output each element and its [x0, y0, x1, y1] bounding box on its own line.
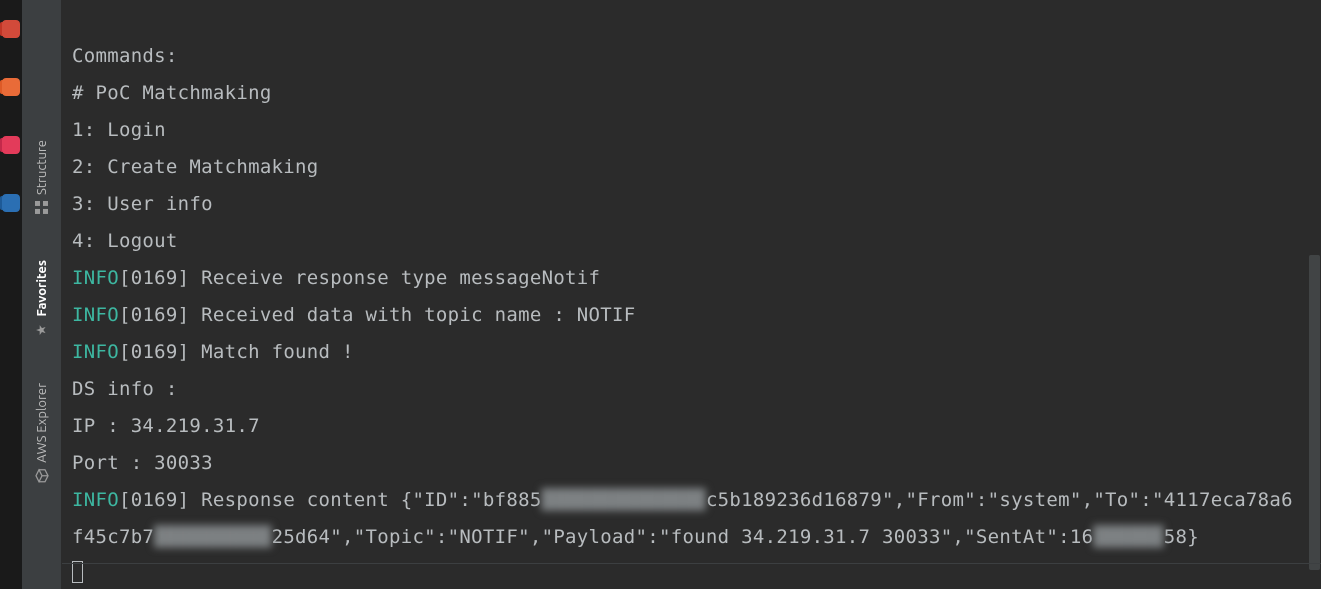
redacted-text: ██████ — [1093, 526, 1163, 548]
console-line: Commands: — [72, 38, 1321, 75]
log-text: Receive response type messageNotif — [189, 267, 600, 289]
structure-icon — [35, 201, 48, 214]
log-text: 25d64","Topic":"NOTIF","Payload":"found … — [272, 526, 1094, 548]
log-text: 58} — [1164, 526, 1199, 548]
log-timestamp: [0169] — [119, 267, 189, 289]
console-line: INFO[0169] Match found ! — [72, 334, 1321, 371]
log-text: c5b189236d16879","From":"system","To":"4… — [706, 489, 1293, 511]
console-line: INFO[0169] Response content {"ID":"bf885… — [72, 482, 1321, 519]
tool-tab-aws-explorer[interactable]: AWS Explorer — [35, 373, 49, 493]
console-line: INFO[0169] Receive response type message… — [72, 260, 1321, 297]
console-line: 2: Create Matchmaking — [72, 149, 1321, 186]
log-text: f45c7b7 — [72, 526, 154, 548]
console-line: IP : 34.219.31.7 — [72, 408, 1321, 445]
log-timestamp: [0169] — [119, 304, 189, 326]
launcher-app-2[interactable] — [2, 78, 20, 96]
console-output[interactable]: Commands:# PoC Matchmaking1: Login2: Cre… — [72, 38, 1321, 589]
tool-tab-label: Structure — [35, 140, 49, 195]
log-level-info: INFO — [72, 304, 119, 326]
redacted-text: ██████████ — [154, 526, 271, 548]
log-timestamp: [0169] — [119, 341, 189, 363]
ide-toolstrip: Structure ★ Favorites AWS Explorer — [22, 0, 62, 589]
console-line: Port : 30033 — [72, 445, 1321, 482]
log-level-info: INFO — [72, 267, 119, 289]
console-line: 3: User info — [72, 186, 1321, 223]
log-timestamp: [0169] — [119, 489, 189, 511]
os-launcher-bar — [0, 0, 22, 589]
cube-icon — [35, 469, 49, 483]
tool-tab-structure[interactable]: Structure — [35, 130, 49, 224]
log-level-info: INFO — [72, 489, 119, 511]
panel-divider — [62, 563, 1321, 564]
console-line: # PoC Matchmaking — [72, 75, 1321, 112]
log-text: Response content {"ID":"bf885 — [189, 489, 541, 511]
launcher-app-1[interactable] — [2, 20, 20, 38]
console-line: INFO[0169] Received data with topic name… — [72, 297, 1321, 334]
console-scrollbar[interactable] — [1309, 255, 1320, 570]
console-line: f45c7b7██████████25d64","Topic":"NOTIF",… — [72, 519, 1321, 556]
console-line: DS info : — [72, 371, 1321, 408]
launcher-app-3[interactable] — [2, 136, 20, 154]
redacted-text: ██████████████ — [542, 489, 706, 511]
tool-tab-label: Favorites — [35, 260, 49, 317]
console-prompt-line[interactable] — [72, 556, 1321, 589]
terminal-cursor — [72, 561, 83, 583]
launcher-app-4[interactable] — [2, 194, 20, 212]
star-icon: ★ — [34, 324, 49, 336]
log-text: Match found ! — [189, 341, 353, 363]
log-text: Received data with topic name : NOTIF — [189, 304, 635, 326]
tool-tab-label: AWS Explorer — [35, 383, 49, 463]
tool-tab-favorites[interactable]: ★ Favorites — [35, 250, 49, 348]
console-panel: Commands:# PoC Matchmaking1: Login2: Cre… — [62, 0, 1321, 589]
log-level-info: INFO — [72, 341, 119, 363]
console-line: 1: Login — [72, 112, 1321, 149]
console-line: 4: Logout — [72, 223, 1321, 260]
